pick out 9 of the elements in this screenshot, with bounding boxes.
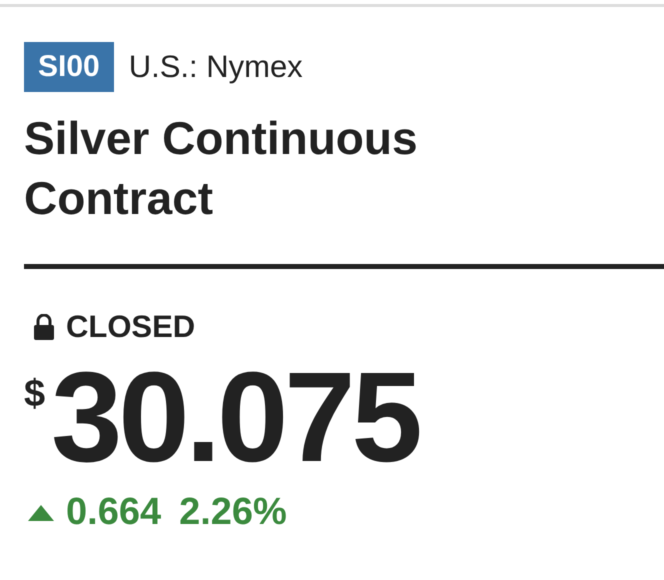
instrument-title: Silver Continuous Contract xyxy=(24,111,419,226)
price-value: 30.075 xyxy=(51,353,419,483)
currency-symbol: $ xyxy=(24,373,46,416)
lock-icon xyxy=(34,314,54,340)
exchange-label: U.S.: Nymex xyxy=(128,49,303,85)
change-percent: 2.26% xyxy=(179,491,287,534)
market-status: CLOSED xyxy=(66,309,196,345)
change-amount: 0.664 xyxy=(66,491,162,534)
ticker-symbol: SI00 xyxy=(24,42,114,92)
